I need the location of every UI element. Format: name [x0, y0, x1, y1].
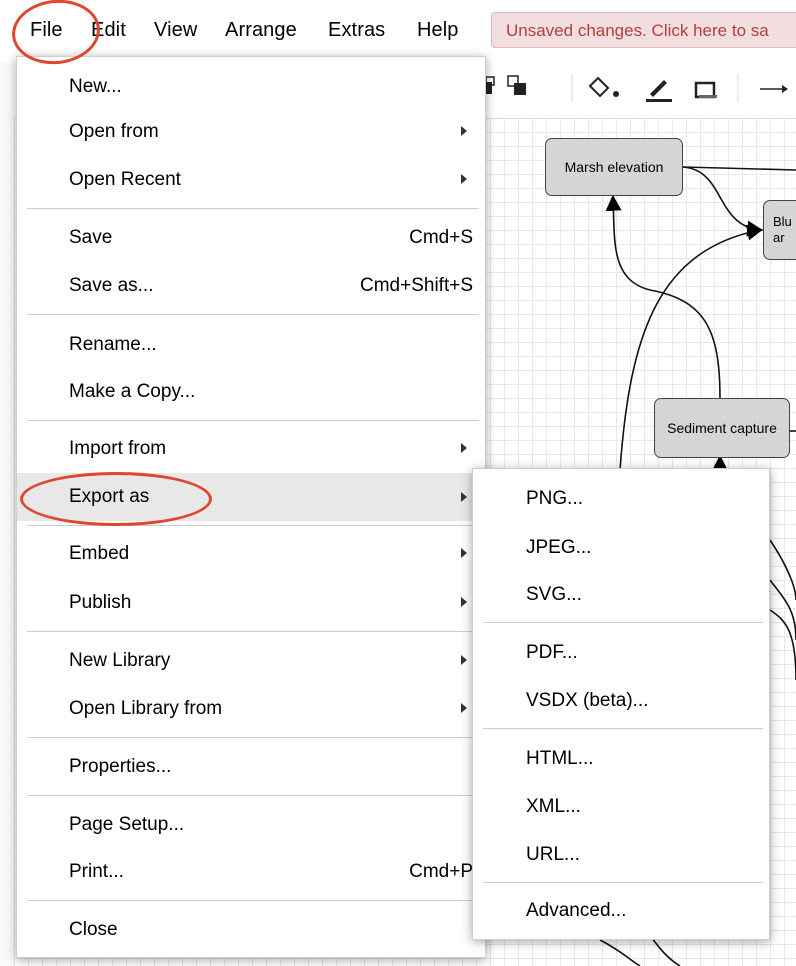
menu-separator [27, 900, 479, 901]
export-pdf[interactable]: PDF... [473, 633, 769, 673]
menu-item-close[interactable]: Close [17, 910, 485, 950]
shadow-icon [694, 81, 717, 99]
menu-separator [27, 420, 479, 421]
menu-item-print[interactable]: Print... Cmd+P [17, 852, 485, 892]
export-vsdx[interactable]: VSDX (beta)... [473, 681, 769, 721]
menu-separator [483, 882, 763, 883]
fill-color-icon [588, 76, 619, 98]
node-sediment-capture[interactable]: Sediment capture [654, 398, 790, 458]
menu-item-new-library[interactable]: New Library [17, 641, 485, 681]
export-png[interactable]: PNG... [473, 479, 769, 519]
submenu-arrow-icon [461, 597, 467, 607]
connection-arrow-icon [760, 85, 788, 93]
node-label: Blu ar [773, 214, 792, 245]
shortcut-label: Cmd+P [409, 861, 473, 882]
node-label: Marsh elevation [564, 159, 664, 175]
menu-item-rename[interactable]: Rename... [17, 325, 485, 365]
export-url[interactable]: URL... [473, 835, 769, 875]
node-marsh-elevation[interactable]: Marsh elevation [545, 138, 683, 196]
menu-bar: File Edit View Arrange Extras Help Unsav… [0, 0, 796, 62]
menu-item-open-from[interactable]: Open from [17, 112, 485, 152]
menu-item-new[interactable]: New... [17, 67, 485, 107]
to-back-icon [507, 75, 526, 95]
menu-item-embed[interactable]: Embed [17, 534, 485, 574]
export-html[interactable]: HTML... [473, 739, 769, 779]
menu-separator [27, 737, 479, 738]
node-label: Sediment capture [667, 420, 777, 436]
export-jpeg[interactable]: JPEG... [473, 528, 769, 568]
submenu-arrow-icon [461, 548, 467, 558]
menu-extras[interactable]: Extras [328, 19, 385, 42]
line-color-icon [646, 80, 672, 102]
menu-separator [483, 728, 763, 729]
export-xml[interactable]: XML... [473, 787, 769, 827]
annotation-circle-export-as [20, 472, 212, 526]
unsaved-changes-notice[interactable]: Unsaved changes. Click here to sa [491, 12, 796, 48]
menu-arrange[interactable]: Arrange [225, 19, 297, 42]
menu-view[interactable]: View [154, 19, 197, 42]
menu-item-save-as[interactable]: Save as... Cmd+Shift+S [17, 266, 485, 306]
submenu-arrow-icon [461, 492, 467, 502]
menu-item-open-recent[interactable]: Open Recent [17, 160, 485, 200]
menu-item-import-from[interactable]: Import from [17, 429, 485, 469]
menu-separator [27, 631, 479, 632]
submenu-arrow-icon [461, 703, 467, 713]
shortcut-label: Cmd+S [409, 227, 473, 248]
submenu-arrow-icon [461, 174, 467, 184]
menu-help[interactable]: Help [417, 19, 459, 42]
export-advanced[interactable]: Advanced... [473, 891, 769, 931]
submenu-arrow-icon [461, 655, 467, 665]
menu-item-properties[interactable]: Properties... [17, 747, 485, 787]
menu-separator [27, 314, 479, 315]
toolbar-icons [480, 74, 788, 102]
submenu-arrow-icon [461, 126, 467, 136]
menu-item-save[interactable]: Save Cmd+S [17, 218, 485, 258]
toolbar [470, 62, 796, 119]
menu-item-make-a-copy[interactable]: Make a Copy... [17, 372, 485, 412]
export-svg[interactable]: SVG... [473, 575, 769, 615]
shortcut-label: Cmd+Shift+S [360, 275, 473, 296]
export-as-submenu: PNG... JPEG... SVG... PDF... VSDX (beta)… [472, 468, 770, 940]
submenu-arrow-icon [461, 443, 467, 453]
menu-separator [483, 622, 763, 623]
menu-item-open-library-from[interactable]: Open Library from [17, 689, 485, 729]
menu-separator [27, 795, 479, 796]
node-blue-partial[interactable]: Blu ar [763, 200, 796, 260]
menu-item-page-setup[interactable]: Page Setup... [17, 805, 485, 845]
menu-separator [27, 208, 479, 209]
menu-item-publish[interactable]: Publish [17, 583, 485, 623]
